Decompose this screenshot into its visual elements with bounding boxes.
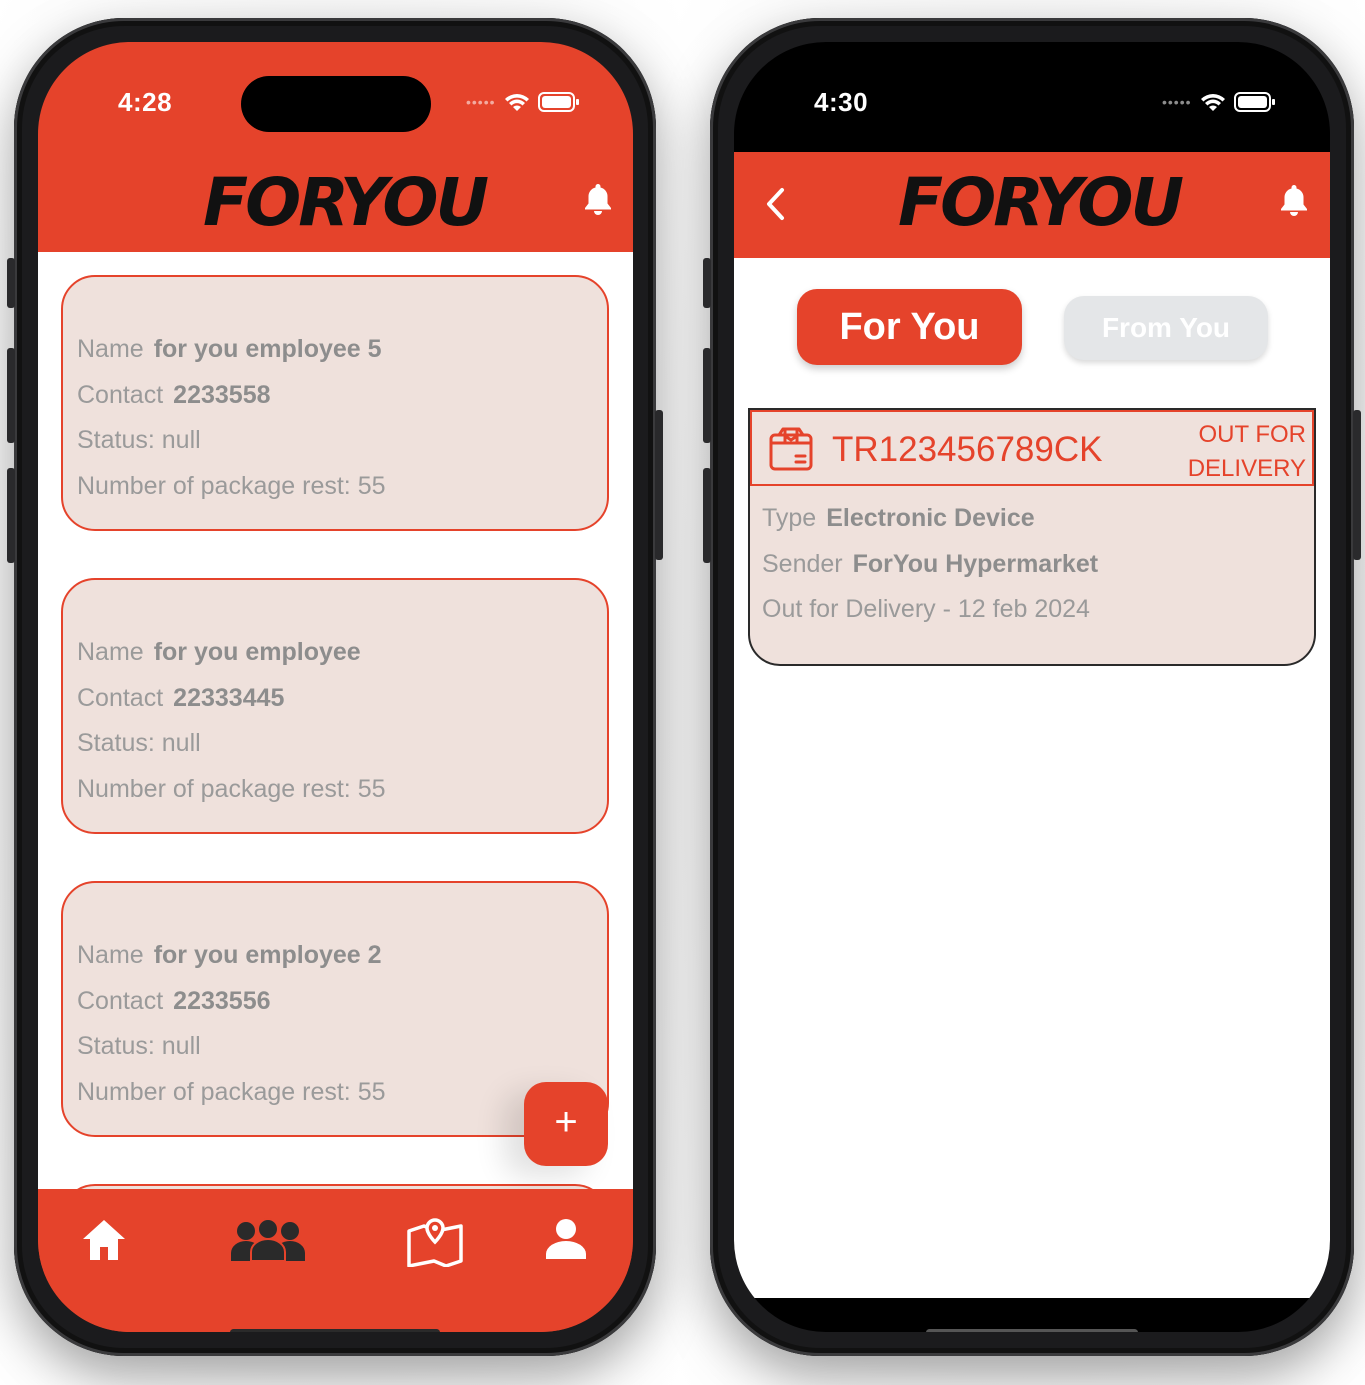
volume-up-button <box>7 348 15 443</box>
employee-packages: Number of package rest: 55 <box>77 471 386 500</box>
right-screen: 4:30 ••••• FORYOU For You From You TR123… <box>734 42 1330 1332</box>
home-indicator[interactable] <box>230 1329 440 1332</box>
status-time: 4:28 <box>118 87 173 117</box>
home-indicator[interactable] <box>926 1329 1138 1332</box>
action-button <box>703 258 711 308</box>
app-header: FORYOU <box>734 152 1330 258</box>
left-screen: 4:28 ••••• FORYOU Name for you employee … <box>38 42 633 1332</box>
sender-label: Sender <box>762 549 843 578</box>
package-screen: For You From You TR123456789CK OUT FOR D… <box>734 258 1330 1298</box>
package-sender: ForYou Hypermarket <box>852 549 1099 578</box>
power-button <box>1353 410 1361 560</box>
delivery-date: Out for Delivery - 12 feb 2024 <box>762 595 1090 623</box>
package-card[interactable]: TR123456789CK OUT FOR DELIVERY Type Elect… <box>748 408 1316 666</box>
signal-icon: ••••• <box>466 94 496 110</box>
team-icon[interactable] <box>228 1217 308 1263</box>
for-you-tab[interactable]: For You <box>797 289 1022 365</box>
employee-name: for you employee 5 <box>153 335 382 363</box>
profile-icon[interactable] <box>544 1217 588 1261</box>
package-type: Electronic Device <box>826 504 1035 532</box>
battery-icon <box>537 92 579 112</box>
app-logo: FORYOU <box>898 164 1184 241</box>
action-button <box>7 258 15 308</box>
volume-down-button <box>703 468 711 563</box>
from-you-tab[interactable]: From You <box>1064 296 1268 360</box>
wifi-icon <box>1200 94 1225 111</box>
name-label: Name <box>77 941 144 969</box>
wifi-icon <box>504 94 529 111</box>
type-label: Type <box>762 504 817 532</box>
contact-label: Contact <box>77 986 164 1015</box>
employee-status: Status: null <box>77 1032 201 1060</box>
status-icons: ••••• <box>1162 92 1276 112</box>
name-label: Name <box>77 335 144 363</box>
employee-card[interactable]: Name for you employee Contact 22333445 Sta… <box>61 578 609 834</box>
battery-icon <box>1233 92 1275 112</box>
status-time: 4:30 <box>814 87 869 117</box>
package-card-header: TR123456789CK OUT FOR DELIVERY <box>750 410 1314 486</box>
volume-up-button <box>703 348 711 443</box>
dynamic-island <box>241 76 431 132</box>
name-label: Name <box>77 638 144 666</box>
app-logo: FORYOU <box>203 164 489 241</box>
employee-name: for you employee <box>153 638 361 666</box>
right-phone: 4:30 ••••• FORYOU For You From You TR123… <box>703 18 1361 1356</box>
employee-card[interactable]: Name for you employee 5 Contact 2233558 St… <box>61 275 609 531</box>
volume-down-button <box>7 468 15 563</box>
package-details: Type Electronic Device Sender ForYou Hyper… <box>762 496 1098 633</box>
employee-contact: 2233558 <box>173 380 271 409</box>
employee-contact: 2233556 <box>173 986 271 1015</box>
map-icon[interactable] <box>406 1217 464 1267</box>
power-button <box>655 410 663 560</box>
home-icon[interactable] <box>80 1217 128 1263</box>
employee-contact: 22333445 <box>173 683 285 712</box>
signal-icon: ••••• <box>1162 94 1192 110</box>
bell-icon[interactable] <box>583 182 613 216</box>
employee-list[interactable]: Name for you employee 5 Contact 2233558 St… <box>38 252 633 1189</box>
delivery-status-badge: OUT FOR DELIVERY <box>1187 421 1306 482</box>
contact-label: Contact <box>77 380 164 409</box>
status-icons: ••••• <box>466 92 580 112</box>
employee-packages: Number of package rest: 55 <box>77 774 386 803</box>
contact-label: Contact <box>77 683 164 712</box>
bell-icon[interactable] <box>1279 183 1309 217</box>
back-chevron-icon[interactable] <box>764 186 788 222</box>
employee-status: Status: null <box>77 426 201 454</box>
bottom-tab-bar <box>38 1189 633 1332</box>
package-box-icon <box>769 427 813 471</box>
tracking-number: TR123456789CK <box>832 430 1103 469</box>
employee-status: Status: null <box>77 729 201 757</box>
add-employee-button[interactable]: + <box>524 1082 608 1166</box>
left-phone: 4:28 ••••• FORYOU Name for you employee … <box>7 18 663 1356</box>
employee-name: for you employee 2 <box>153 941 382 969</box>
